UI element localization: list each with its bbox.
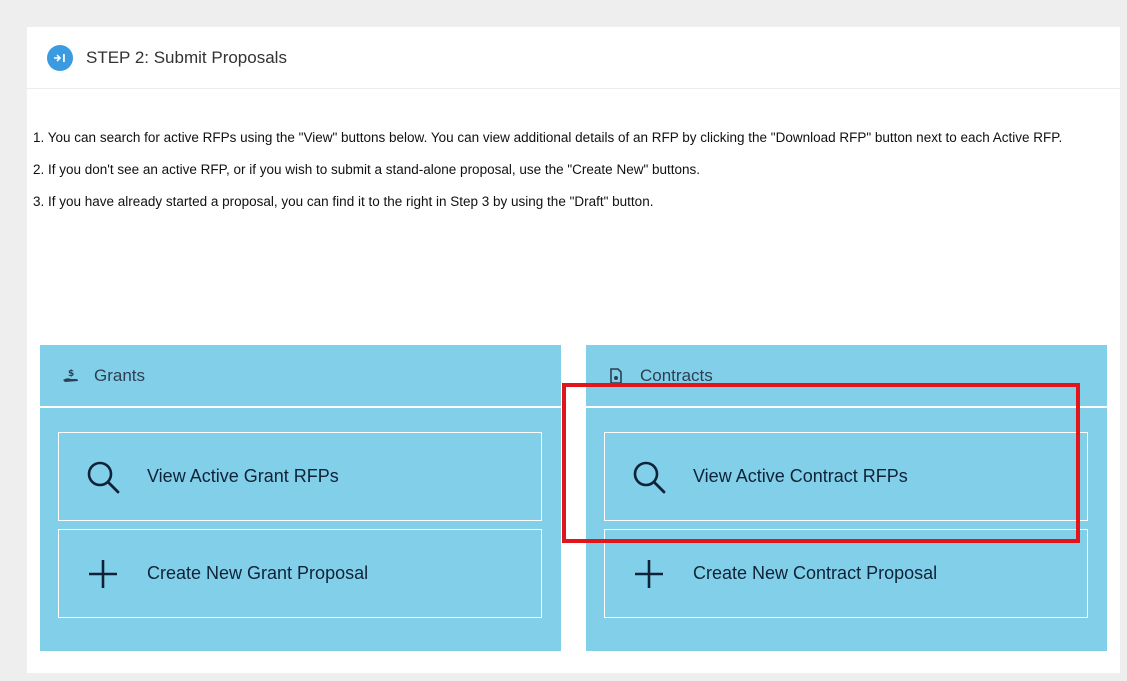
panel-header: STEP 2: Submit Proposals: [27, 27, 1120, 89]
instruction-2: 2. If you don't see an active RFP, or if…: [33, 162, 701, 177]
view-active-grant-rfps-label: View Active Grant RFPs: [147, 466, 339, 486]
instructions: 1. You can search for active RFPs using …: [27, 89, 1120, 211]
contracts-card-header: Contracts: [586, 345, 1107, 408]
plus-icon: [85, 556, 121, 592]
create-new-grant-proposal-label: Create New Grant Proposal: [147, 563, 369, 583]
view-active-grant-rfps-button[interactable]: View Active Grant RFPs: [58, 432, 542, 521]
document-icon: [608, 367, 624, 384]
create-new-contract-proposal-label: Create New Contract Proposal: [693, 563, 938, 583]
grants-card-header: $ Grants: [40, 345, 561, 408]
plus-icon: [631, 556, 667, 592]
view-active-contract-rfps-button[interactable]: View Active Contract RFPs: [604, 432, 1088, 521]
step-arrow-icon: [47, 44, 73, 71]
instruction-1: 1. You can search for active RFPs using …: [33, 130, 1063, 145]
view-active-contract-rfps-label: View Active Contract RFPs: [693, 466, 908, 486]
search-icon: [631, 459, 667, 495]
contracts-card: Contracts View Active Contract RFPs Crea…: [586, 345, 1107, 651]
hand-money-icon: $: [62, 368, 78, 384]
grants-card: $ Grants View Active Grant RFPs Create N…: [40, 345, 561, 651]
grants-card-title: Grants: [94, 365, 146, 385]
svg-text:$: $: [68, 369, 74, 379]
submit-proposals-panel: STEP 2: Submit Proposals 1. You can sear…: [27, 27, 1120, 673]
instruction-3: 3. If you have already started a proposa…: [33, 194, 654, 209]
step-title: STEP 2: Submit Proposals: [86, 47, 287, 67]
search-icon: [85, 459, 121, 495]
create-new-contract-proposal-button[interactable]: Create New Contract Proposal: [604, 529, 1088, 618]
create-new-grant-proposal-button[interactable]: Create New Grant Proposal: [58, 529, 542, 618]
contracts-card-title: Contracts: [640, 365, 713, 385]
